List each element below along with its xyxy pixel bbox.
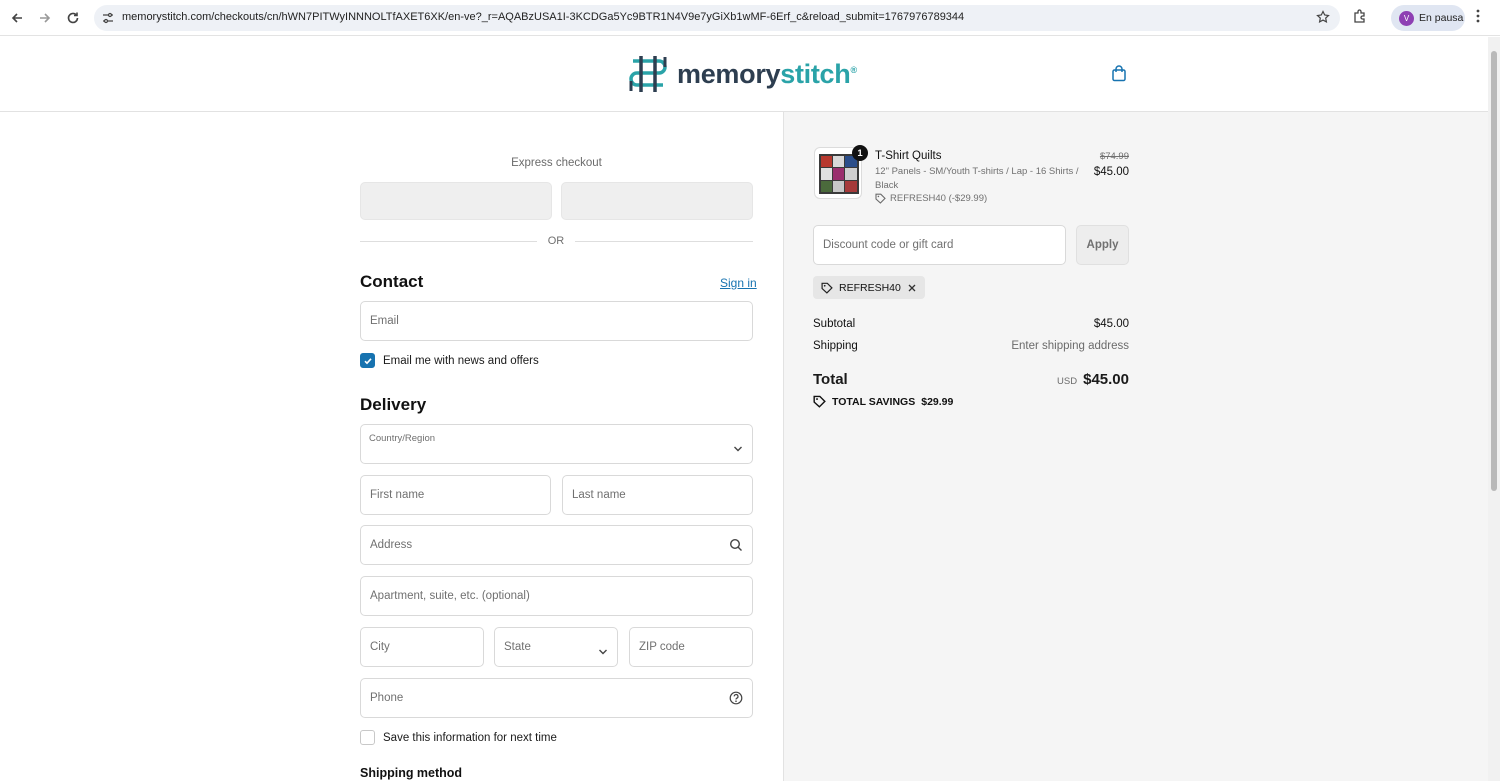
phone-field[interactable]: Phone xyxy=(360,678,753,718)
zip-placeholder: ZIP code xyxy=(639,641,685,653)
profile-button[interactable]: V En pausa xyxy=(1391,5,1465,31)
express-checkout-title: Express checkout xyxy=(511,157,602,169)
city-field[interactable]: City xyxy=(360,627,484,667)
subtotal-value: $45.00 xyxy=(1093,318,1129,330)
address-placeholder: Address xyxy=(370,539,413,551)
save-info-checkbox-row[interactable]: Save this information for next time xyxy=(360,730,557,745)
total-savings: TOTAL SAVINGS $29.99 xyxy=(813,395,953,408)
shipping-row: Shipping Enter shipping address xyxy=(813,340,1129,352)
apartment-placeholder: Apartment, suite, etc. (optional) xyxy=(370,590,530,602)
apply-button[interactable]: Apply xyxy=(1076,225,1129,265)
contact-heading: Contact xyxy=(360,272,424,291)
express-pay-button-1[interactable] xyxy=(360,182,552,220)
address-bar[interactable]: memorystitch.com/checkouts/cn/hWN7PITWyI… xyxy=(94,5,1340,31)
total-row: Total USD $45.00 xyxy=(813,371,1129,388)
url-text: memorystitch.com/checkouts/cn/hWN7PITWyI… xyxy=(122,11,965,23)
total-amount: $45.00 xyxy=(1083,371,1129,388)
shipping-label: Shipping xyxy=(813,340,858,352)
delivery-heading: Delivery xyxy=(360,395,427,414)
avatar: V xyxy=(1399,10,1414,26)
news-checkbox-label: Email me with news and offers xyxy=(383,354,539,367)
save-info-label: Save this information for next time xyxy=(383,731,557,744)
savings-value: $29.99 xyxy=(921,395,954,408)
store-header: memorystitch® xyxy=(0,37,1488,112)
last-name-field[interactable]: Last name xyxy=(562,475,753,515)
apartment-field[interactable]: Apartment, suite, etc. (optional) xyxy=(360,576,753,616)
phone-placeholder: Phone xyxy=(370,692,404,704)
news-checkbox[interactable] xyxy=(360,353,375,368)
logo-text: memorystitch® xyxy=(677,58,857,89)
applied-discount-chip: REFRESH40 xyxy=(813,276,925,299)
tag-icon xyxy=(813,395,826,408)
email-field[interactable]: Email xyxy=(360,301,753,341)
first-name-field[interactable]: First name xyxy=(360,475,551,515)
back-icon[interactable] xyxy=(7,8,27,28)
tag-icon xyxy=(821,282,833,294)
product-discount-text: REFRESH40 (-$29.99) xyxy=(890,193,988,204)
state-select[interactable]: State xyxy=(494,627,618,667)
browser-toolbar: memorystitch.com/checkouts/cn/hWN7PITWyI… xyxy=(0,0,1500,36)
address-field[interactable]: Address xyxy=(360,525,753,565)
help-icon[interactable] xyxy=(729,691,743,710)
or-separator: OR xyxy=(537,235,575,247)
remove-discount-icon[interactable] xyxy=(907,283,917,293)
discount-code-input[interactable]: Discount code or gift card xyxy=(813,225,1066,265)
chevron-down-icon xyxy=(598,643,608,661)
more-menu-icon[interactable] xyxy=(1475,8,1481,29)
site-settings-icon[interactable] xyxy=(102,11,114,29)
first-name-placeholder: First name xyxy=(370,489,425,501)
forward-icon[interactable] xyxy=(35,8,55,28)
product-name: T-Shirt Quilts xyxy=(875,150,942,162)
scrollbar-thumb[interactable] xyxy=(1491,51,1497,491)
tag-icon xyxy=(875,193,886,204)
city-placeholder: City xyxy=(370,641,390,653)
profile-status: En pausa xyxy=(1419,12,1464,24)
cart-bag-icon[interactable] xyxy=(1111,65,1127,87)
checkmark-icon xyxy=(363,357,372,364)
item-price: $45.00 xyxy=(1093,166,1129,178)
country-label: Country/Region xyxy=(369,433,436,444)
last-name-placeholder: Last name xyxy=(572,489,626,501)
email-placeholder: Email xyxy=(370,315,399,327)
bookmark-star-icon[interactable] xyxy=(1316,10,1330,29)
product-discount: REFRESH40 (-$29.99) xyxy=(875,193,987,204)
chevron-down-icon xyxy=(733,440,743,458)
express-pay-button-2[interactable] xyxy=(561,182,753,220)
zip-field[interactable]: ZIP code xyxy=(629,627,753,667)
product-variant: 12" Panels - SM/Youth T-shirts / Lap - 1… xyxy=(875,166,1079,191)
applied-discount-code: REFRESH40 xyxy=(839,281,901,294)
page-scrollbar[interactable] xyxy=(1488,37,1500,781)
reload-icon[interactable] xyxy=(63,8,83,28)
quantity-badge: 1 xyxy=(852,145,868,161)
subtotal-label: Subtotal xyxy=(813,318,856,330)
subtotal-row: Subtotal $45.00 xyxy=(813,318,1129,330)
logo-mark-icon xyxy=(629,56,667,92)
extensions-icon[interactable] xyxy=(1352,8,1368,29)
store-logo[interactable]: memorystitch® xyxy=(627,53,857,95)
total-label: Total xyxy=(813,371,848,388)
state-placeholder: State xyxy=(504,641,531,653)
savings-label: TOTAL SAVINGS xyxy=(832,395,916,408)
save-info-checkbox[interactable] xyxy=(360,730,375,745)
original-price: $74.99 xyxy=(1099,151,1129,162)
discount-placeholder: Discount code or gift card xyxy=(823,239,954,251)
currency-code: USD xyxy=(1057,376,1078,387)
shipping-method-heading: Shipping method xyxy=(360,766,463,780)
shipping-value: Enter shipping address xyxy=(1011,340,1129,352)
sign-in-link[interactable]: Sign in xyxy=(720,276,757,290)
news-checkbox-row[interactable]: Email me with news and offers xyxy=(360,353,539,368)
search-icon xyxy=(729,538,743,557)
country-select[interactable]: Country/Region xyxy=(360,424,753,464)
order-summary-panel xyxy=(783,112,1488,781)
